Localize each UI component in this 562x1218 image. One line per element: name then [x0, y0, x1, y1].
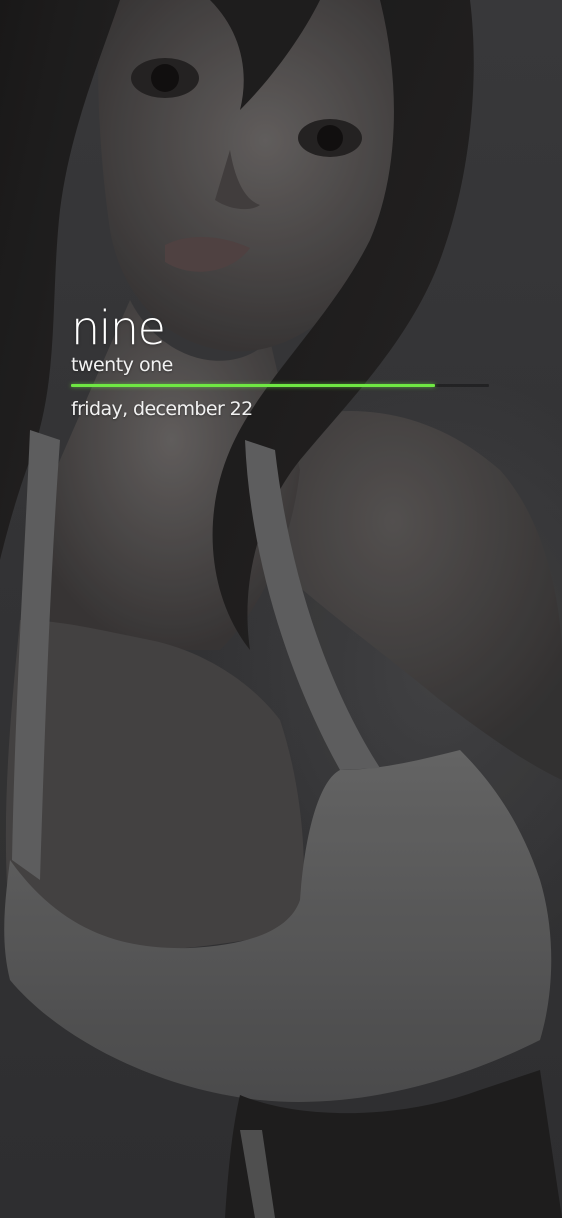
clock-widget: nine twenty one friday, december 22 [71, 300, 491, 421]
day-progress-bar [71, 384, 489, 387]
day-progress-fill [71, 384, 435, 387]
wallpaper-image [0, 0, 562, 1218]
time-hour: nine [71, 301, 166, 355]
time-minute: twenty one [71, 354, 173, 376]
lock-screen: nine twenty one friday, december 22 [0, 0, 562, 1218]
date-label: friday, december 22 [71, 398, 253, 420]
